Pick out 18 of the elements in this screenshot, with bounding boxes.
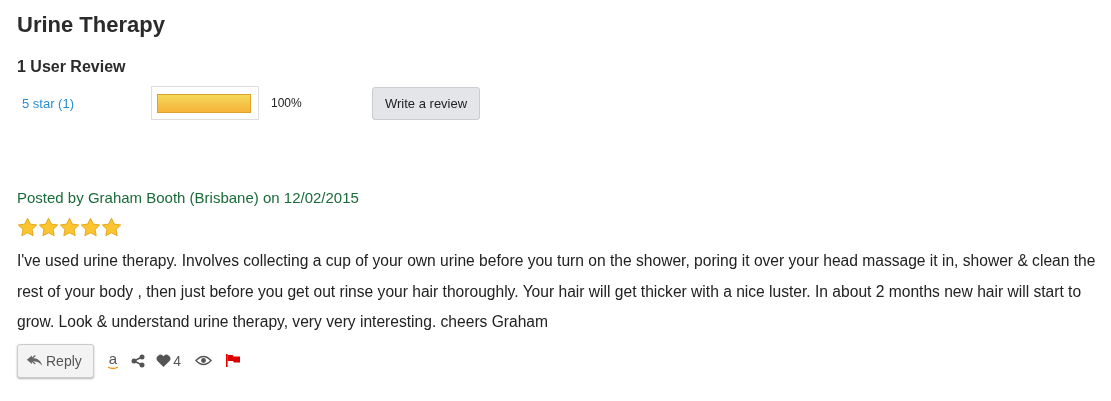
page-title: Urine Therapy xyxy=(17,11,166,39)
write-review-button[interactable]: Write a review xyxy=(372,86,481,120)
star-icon xyxy=(38,217,59,238)
reply-icon xyxy=(26,354,43,367)
review-text: I've used urine therapy. Involves collecting a cup of your own urine before you turn on the shower, poring it over your head massage it in, shower & clean the rest of your body , then just before you get out rinse your hair thoroughly. Your hair will get thicker with a nice luster. In about 2 months new hair will start to grow. Look & understand urine therapy, very very interesting. cheers Graham xyxy=(17,251,1097,332)
eye-icon[interactable] xyxy=(194,355,212,366)
rating-percent: 100% xyxy=(271,96,303,110)
star-icon xyxy=(80,217,101,238)
star-icon xyxy=(59,217,80,238)
review-count: 1 User Review xyxy=(17,57,127,77)
review-byline: Posted by Graham Booth (Brisbane) on 12/02/2015 xyxy=(17,188,360,208)
rating-link[interactable]: 5 star (1) xyxy=(17,95,151,111)
like-button[interactable]: 4 xyxy=(156,352,181,369)
reply-button[interactable]: Reply xyxy=(17,343,94,378)
flag-icon[interactable] xyxy=(225,354,241,367)
star-icon xyxy=(101,217,122,238)
share-icon[interactable] xyxy=(131,353,146,368)
star-icon xyxy=(17,217,38,238)
